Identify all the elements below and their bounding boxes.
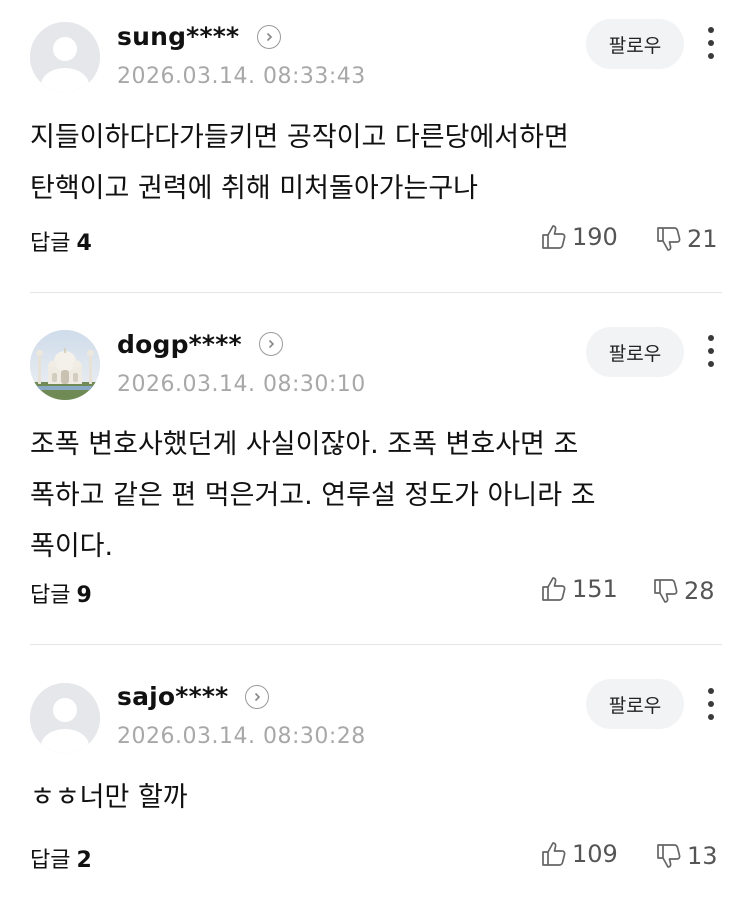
reply-label: 답글 bbox=[30, 583, 71, 608]
reply-label: 답글 bbox=[30, 231, 71, 256]
more-options-icon[interactable] bbox=[698, 23, 724, 63]
like-button[interactable]: 109 bbox=[540, 840, 618, 868]
comment-text: 조폭 변호사했던게 사실이잖아. 조폭 변호사면 조 폭하고 같은 편 먹은거고… bbox=[30, 429, 596, 562]
thumbs-down-icon bbox=[657, 227, 681, 251]
timestamp: 2026.03.14. 08:30:28 bbox=[117, 724, 366, 749]
reply-button[interactable]: 답글 4 bbox=[30, 225, 92, 257]
follow-button[interactable]: 팔로우 bbox=[586, 327, 684, 377]
dislike-count: 13 bbox=[687, 842, 718, 870]
avatar[interactable] bbox=[30, 683, 100, 753]
dislike-count: 28 bbox=[684, 577, 715, 605]
username[interactable]: sung**** bbox=[117, 22, 239, 51]
thumbs-down-icon bbox=[657, 844, 681, 868]
avatar[interactable] bbox=[30, 22, 100, 92]
comment-text: ㅎㅎ너만 할까 bbox=[30, 782, 188, 813]
default-avatar-icon bbox=[30, 22, 100, 92]
thumbs-up-icon bbox=[542, 225, 566, 249]
follow-button[interactable]: 팔로우 bbox=[586, 19, 684, 69]
username[interactable]: sajo**** bbox=[117, 682, 228, 711]
timestamp: 2026.03.14. 08:30:10 bbox=[117, 372, 366, 397]
reply-count: 4 bbox=[76, 231, 92, 256]
chevron-right-icon[interactable] bbox=[245, 685, 269, 709]
username[interactable]: dogp**** bbox=[117, 330, 242, 359]
dislike-button[interactable]: 28 bbox=[652, 577, 715, 605]
reply-count: 9 bbox=[76, 583, 92, 608]
avatar[interactable] bbox=[30, 330, 100, 400]
follow-button[interactable]: 팔로우 bbox=[586, 679, 684, 729]
more-options-icon[interactable] bbox=[698, 684, 724, 724]
thumbs-up-icon bbox=[542, 842, 566, 866]
like-button[interactable]: 190 bbox=[540, 223, 618, 251]
dislike-button[interactable]: 13 bbox=[655, 842, 718, 870]
dislike-count: 21 bbox=[687, 225, 718, 253]
chevron-right-icon[interactable] bbox=[259, 332, 283, 356]
more-options-icon[interactable] bbox=[698, 331, 724, 371]
comment-item: sajo**** 2026.03.14. 08:30:28 팔로우 ㅎㅎ너만 할… bbox=[0, 645, 750, 904]
timestamp: 2026.03.14. 08:33:43 bbox=[117, 64, 366, 89]
like-count: 109 bbox=[572, 840, 618, 868]
thumbs-up-icon bbox=[542, 577, 566, 601]
taj-mahal-photo-icon bbox=[30, 330, 100, 400]
reply-count: 2 bbox=[76, 848, 92, 873]
like-count: 151 bbox=[572, 575, 618, 603]
chevron-right-icon[interactable] bbox=[257, 25, 281, 49]
dislike-button[interactable]: 21 bbox=[655, 225, 718, 253]
default-avatar-icon bbox=[30, 683, 100, 753]
reply-label: 답글 bbox=[30, 848, 71, 873]
reply-button[interactable]: 답글 2 bbox=[30, 842, 92, 874]
comment-text: 지들이하다다가들키면 공작이고 다른당에서하면 탄핵이고 권력에 취해 미처돌아… bbox=[30, 122, 569, 204]
reply-button[interactable]: 답글 9 bbox=[30, 577, 92, 609]
thumbs-down-icon bbox=[654, 579, 678, 603]
comment-item: sung**** 2026.03.14. 08:33:43 팔로우 지들이하다다… bbox=[0, 0, 750, 292]
like-count: 190 bbox=[572, 223, 618, 251]
like-button[interactable]: 151 bbox=[540, 575, 618, 603]
comment-item: dogp**** 2026.03.14. 08:30:10 팔로우 조폭 변호사… bbox=[0, 293, 750, 643]
